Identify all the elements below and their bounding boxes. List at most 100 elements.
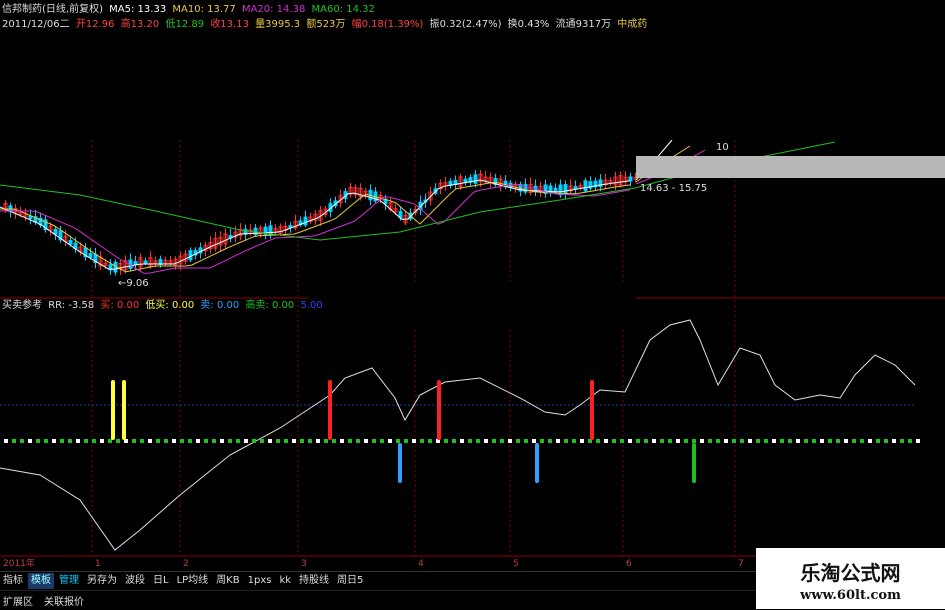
- signal-dot: [756, 439, 760, 443]
- signal-dot: [564, 439, 568, 443]
- tab-1pxs[interactable]: 1pxs: [245, 573, 275, 589]
- signal-dot: [252, 439, 256, 443]
- signal-dot: [804, 439, 808, 443]
- signal-dot: [524, 439, 528, 443]
- buy-bar: [437, 380, 441, 440]
- close-value: 收13.13: [210, 19, 249, 30]
- amount-value: 额523万: [306, 19, 346, 30]
- tab-manage[interactable]: 管理: [56, 573, 82, 589]
- low-value: 低12.89: [165, 19, 205, 30]
- tab-template[interactable]: 模板: [28, 573, 54, 589]
- tab-indicator[interactable]: 指标: [0, 573, 26, 589]
- signal-dot: [388, 439, 392, 443]
- signal-dot: [428, 439, 432, 443]
- signal-dot: [108, 439, 112, 443]
- signal-dot: [700, 439, 704, 443]
- tab-daily-l[interactable]: 日L: [150, 573, 172, 589]
- tab-weekly-daily-5[interactable]: 周日5: [334, 573, 366, 589]
- candlesticks: [3, 169, 638, 276]
- watermark-line1: 乐淘公式网: [800, 561, 901, 585]
- signal-dot: [188, 439, 192, 443]
- signal-dot: [476, 439, 480, 443]
- signal-dot: [644, 439, 648, 443]
- high-sell-value: 高卖: 0.00: [245, 300, 295, 311]
- change-value: 幅0.18(1.39%): [351, 19, 424, 30]
- rr-line: [0, 319, 916, 551]
- candle-body: [303, 216, 308, 226]
- bar-date: 2011/12/06二: [2, 19, 70, 30]
- time-axis-labels: 2011年 1 2 3 4 5 6 7: [3, 557, 744, 569]
- signal-dot: [220, 439, 224, 443]
- signal-dot: [140, 439, 144, 443]
- sell-bar: [535, 443, 539, 483]
- tab-weekly-kb[interactable]: 周KB: [213, 573, 242, 589]
- signal-dot: [276, 439, 280, 443]
- signal-dot: [20, 439, 24, 443]
- watermark-logo: 乐淘公式网 www.60lt.com: [756, 548, 945, 609]
- tab-save-as[interactable]: 另存为: [84, 573, 120, 589]
- signal-dot: [356, 439, 360, 443]
- signal-dot: [284, 439, 288, 443]
- rr-value: RR: -3.58: [48, 300, 95, 311]
- signal-dot: [796, 439, 800, 443]
- time-label: 7: [738, 559, 744, 569]
- time-label: 5: [513, 559, 519, 569]
- price-zone-box: [636, 156, 945, 178]
- tab-lp-ma[interactable]: LP均线: [174, 573, 212, 589]
- signal-dot: [612, 439, 616, 443]
- signal-dot: [12, 439, 16, 443]
- signal-dot: [844, 439, 848, 443]
- signal-dot: [884, 439, 888, 443]
- signal-dot: [748, 439, 752, 443]
- ma10-value: MA10: 13.77: [172, 4, 236, 15]
- price-header-row1: 信邦制药(日线,前复权) MA5: 13.33 MA10: 13.77 MA20…: [2, 4, 378, 16]
- signal-dot: [668, 439, 672, 443]
- signal-dot: [860, 439, 864, 443]
- candle-body: [143, 260, 148, 264]
- candle-body: [88, 252, 93, 258]
- signal-dot: [836, 439, 840, 443]
- signal-dot: [652, 439, 656, 443]
- signal-dot: [660, 439, 664, 443]
- time-label: 1: [95, 559, 101, 569]
- signal-dot: [100, 439, 104, 443]
- signal-dot: [412, 439, 416, 443]
- tab-wave[interactable]: 波段: [122, 573, 148, 589]
- expand-area-button[interactable]: 扩展区: [0, 593, 33, 608]
- signal-dot: [916, 439, 920, 443]
- signal-dot: [180, 439, 184, 443]
- signal-dot: [132, 439, 136, 443]
- signal-dot: [244, 439, 248, 443]
- watermark-line2: www.60lt.com: [800, 588, 901, 603]
- signal-dot: [396, 439, 400, 443]
- occluded-area-middle: [308, 281, 636, 328]
- signal-dot: [60, 439, 64, 443]
- signal-dot: [308, 439, 312, 443]
- signal-dot: [548, 439, 552, 443]
- signal-dot: [36, 439, 40, 443]
- signal-dot: [228, 439, 232, 443]
- candle-body: [473, 174, 478, 184]
- signal-dot: [500, 439, 504, 443]
- candle-body: [628, 176, 633, 182]
- signal-dot: [908, 439, 912, 443]
- signal-dot: [868, 439, 872, 443]
- tab-holding-line[interactable]: 持股线: [296, 573, 332, 589]
- signal-dot: [812, 439, 816, 443]
- signal-dot: [740, 439, 744, 443]
- blue-value: 5.00: [300, 300, 323, 311]
- low-buy-value: 低买: 0.00: [145, 300, 195, 311]
- related-quotes-button[interactable]: 关联报价: [41, 593, 84, 608]
- open-value: 开12.96: [75, 19, 115, 30]
- signal-dot: [28, 439, 32, 443]
- signal-dot: [4, 439, 8, 443]
- signal-dot: [196, 439, 200, 443]
- signal-dot: [332, 439, 336, 443]
- signal-dot: [340, 439, 344, 443]
- signal-dot: [92, 439, 96, 443]
- ma5-value: MA5: 13.33: [109, 4, 167, 15]
- signal-dot: [628, 439, 632, 443]
- vertical-grid: [91, 140, 736, 556]
- signal-dot: [780, 439, 784, 443]
- tab-kk[interactable]: kk: [276, 573, 294, 589]
